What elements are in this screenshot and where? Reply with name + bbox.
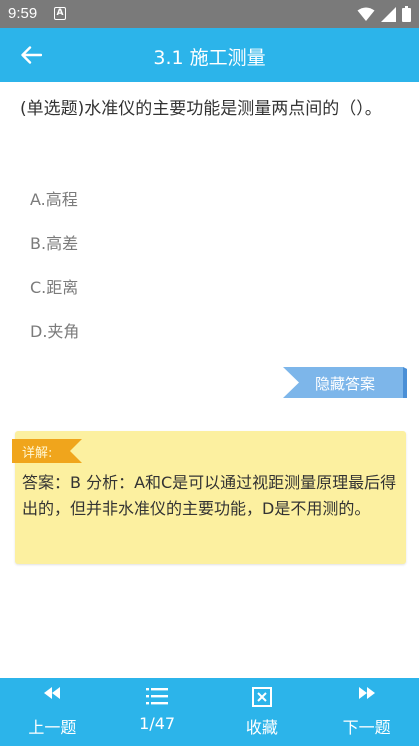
fast-forward-icon (358, 687, 375, 699)
explanation-tag-label: 详解: (22, 446, 53, 461)
option-d[interactable]: D.夹角 (30, 318, 79, 362)
status-bar: 9:59 A (0, 0, 419, 28)
rewind-icon (44, 687, 61, 699)
wifi-icon (357, 7, 375, 21)
hide-answer-button[interactable]: 隐藏答案 (283, 367, 407, 398)
option-b[interactable]: B.高差 (30, 230, 79, 274)
question-list-button[interactable]: 1/47 (105, 678, 210, 746)
list-icon (146, 688, 169, 705)
bottom-nav: 上一题 1/47 收藏 下一题 (0, 678, 419, 746)
explanation-tag: 详解: (12, 439, 82, 463)
option-a[interactable]: A.高程 (30, 186, 79, 230)
next-question-label: 下一题 (342, 718, 391, 737)
page-title: 3.1 施工测量 (153, 47, 266, 69)
close-box-icon (251, 687, 272, 707)
signal-icon (381, 6, 396, 22)
battery-icon (402, 6, 411, 22)
favorite-label: 收藏 (245, 718, 278, 737)
app-bar: 3.1 施工测量 (0, 28, 419, 82)
next-question-button[interactable]: 下一题 (314, 678, 419, 746)
prev-question-label: 上一题 (28, 718, 77, 737)
notification-icon: A (54, 7, 66, 20)
status-time: 9:59 (8, 5, 38, 22)
option-c[interactable]: C.距离 (30, 274, 79, 318)
question-text: (单选题)水准仪的主要功能是测量两点间的（）。 (20, 99, 382, 119)
prev-question-button[interactable]: 上一题 (0, 678, 105, 746)
explanation-text: 答案：B 分析：A和C是可以通过视距测量原理最后得出的，但并非水准仪的主要功能，… (22, 473, 397, 518)
progress-label: 1/47 (139, 714, 176, 733)
options-list: A.高程 B.高差 C.距离 D.夹角 (30, 186, 79, 362)
status-icons (357, 6, 411, 22)
favorite-button[interactable]: 收藏 (210, 678, 315, 746)
hide-answer-label: 隐藏答案 (314, 375, 375, 393)
